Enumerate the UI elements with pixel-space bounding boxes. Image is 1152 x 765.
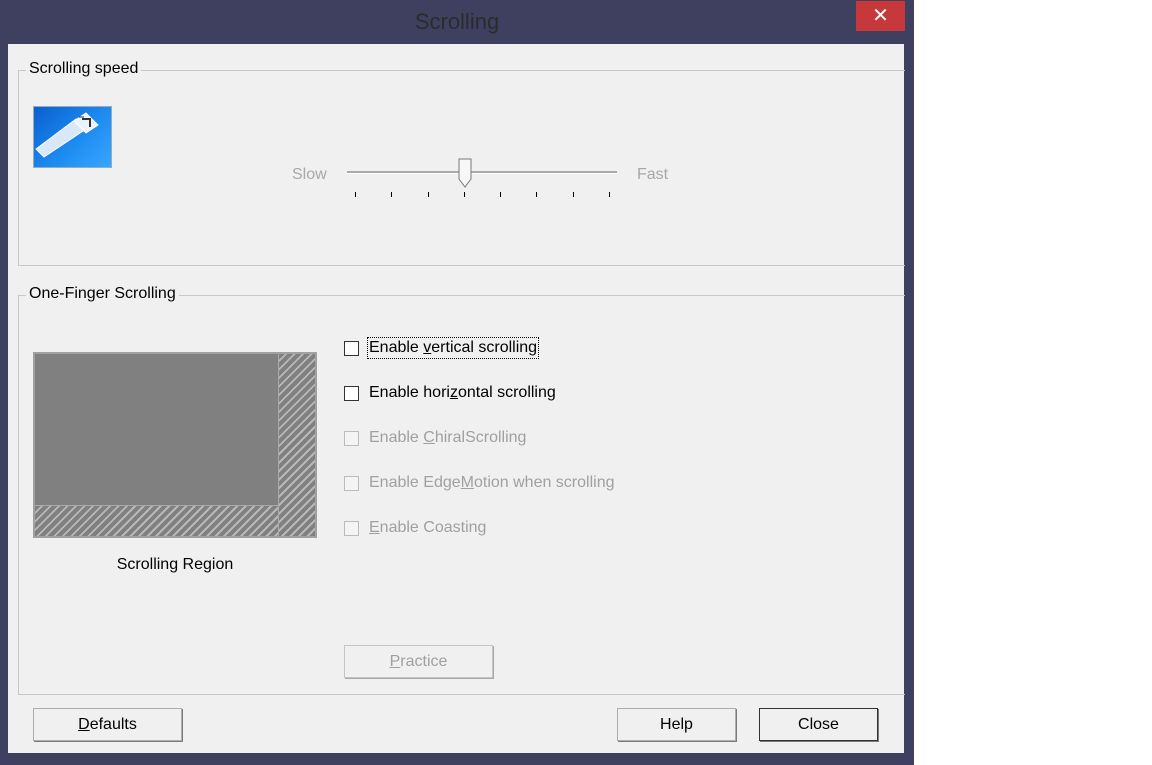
slider-slow-label: Slow <box>292 166 327 183</box>
enable-horizontal-scrolling-checkbox[interactable]: Enable horizontal scrolling <box>344 382 556 404</box>
slider-tick <box>609 192 610 197</box>
checkbox-label[interactable]: Enable Coasting <box>369 519 486 537</box>
enable-edgemotion-checkbox[interactable]: Enable EdgeMotion when scrolling <box>344 472 615 494</box>
horizontal-scroll-zone <box>35 505 315 536</box>
touchpad-scroll-icon <box>33 106 112 168</box>
dialog-client-area: Scrolling speed Slow Fast One-Finger Scr… <box>8 44 905 753</box>
scrolling-region-caption: Scrolling Region <box>116 556 234 573</box>
scrolling-region-preview <box>33 352 317 538</box>
slider-thumb[interactable] <box>458 158 472 188</box>
window-title: Scrolling <box>414 9 500 34</box>
slider-tick <box>500 192 502 197</box>
close-icon: ✕ <box>872 5 889 27</box>
slider-tick <box>463 192 465 197</box>
enable-coasting-checkbox[interactable]: Enable Coasting <box>344 517 486 539</box>
checkbox-box[interactable] <box>344 475 359 491</box>
help-button[interactable]: Help <box>617 708 736 741</box>
slider-tick <box>572 192 574 197</box>
scrolling-speed-legend: Scrolling speed <box>26 60 142 78</box>
practice-button[interactable]: Practice <box>344 645 493 678</box>
vertical-scroll-zone <box>278 354 315 536</box>
defaults-button[interactable]: Defaults <box>33 708 182 741</box>
slider-tick <box>355 192 356 197</box>
close-window-button[interactable]: ✕ <box>856 1 905 31</box>
checkbox-box[interactable] <box>344 430 359 446</box>
checkbox-box[interactable] <box>344 340 359 356</box>
slider-tick <box>391 192 393 197</box>
enable-chiralscrolling-checkbox[interactable]: Enable ChiralScrolling <box>344 427 526 449</box>
title-bar: Scrolling ✕ <box>0 0 914 44</box>
scrolling-window: Scrolling ✕ Scrolling speed Slow Fast On… <box>0 0 914 765</box>
enable-vertical-scrolling-checkbox[interactable]: Enable vertical scrolling <box>344 337 540 359</box>
slider-tick <box>536 192 538 197</box>
one-finger-scrolling-legend: One-Finger Scrolling <box>26 285 179 303</box>
slider-fast-label: Fast <box>637 166 669 183</box>
checkbox-box[interactable] <box>344 385 359 401</box>
checkbox-box[interactable] <box>344 520 359 536</box>
slider-track[interactable] <box>347 171 617 174</box>
checkbox-label[interactable]: Enable horizontal scrolling <box>369 384 556 402</box>
slider-tick <box>427 192 429 197</box>
checkbox-label[interactable]: Enable vertical scrolling <box>366 337 540 359</box>
close-button[interactable]: Close <box>759 708 878 741</box>
checkbox-label[interactable]: Enable ChiralScrolling <box>369 429 526 447</box>
checkbox-label[interactable]: Enable EdgeMotion when scrolling <box>369 474 615 492</box>
